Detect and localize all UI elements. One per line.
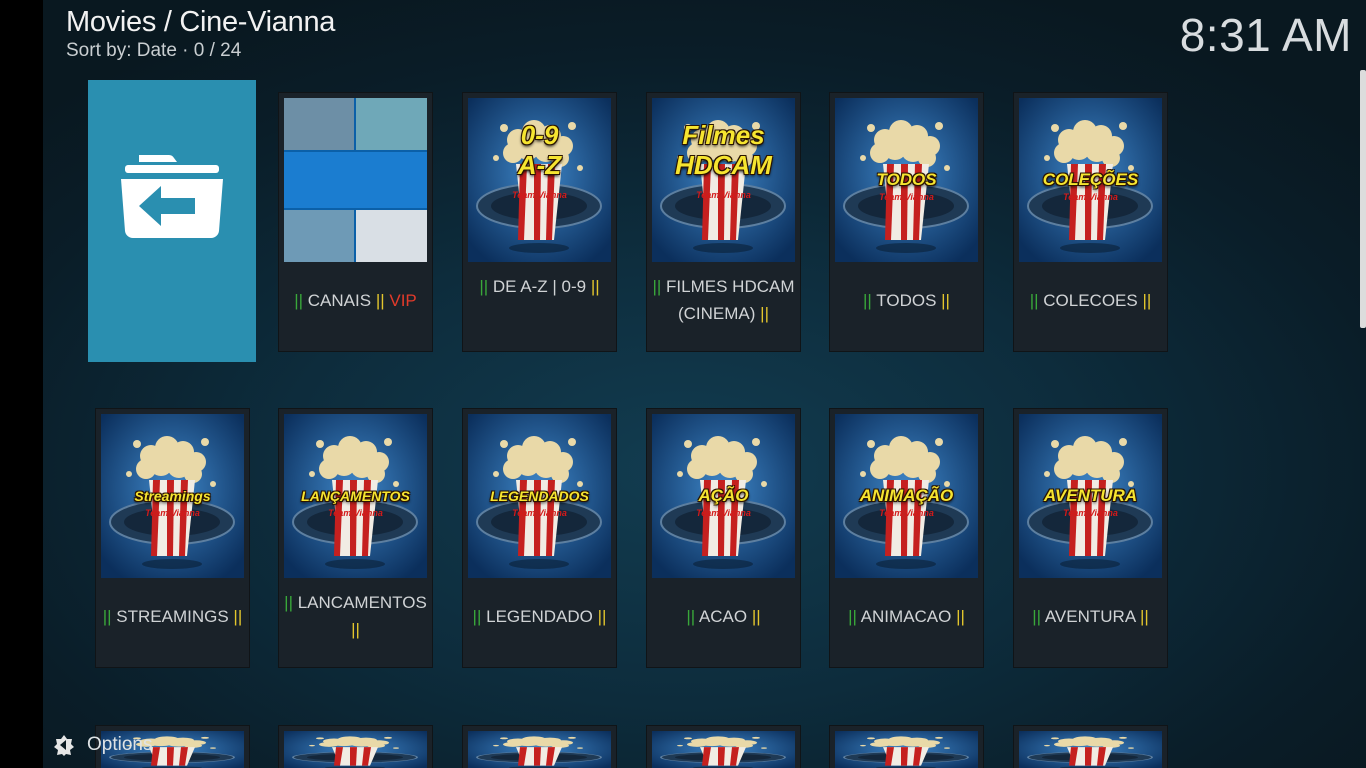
main-panel: Movies / Cine-Vianna Sort by: Date · 0 /… xyxy=(43,0,1366,768)
options-label: Options xyxy=(87,734,153,755)
tile-thumbnail: AVENTURA Team Vianna xyxy=(1019,414,1162,578)
tile-label: || ACAO || xyxy=(686,607,761,626)
promo-photo xyxy=(284,98,354,150)
tile-thumbnail: 0-9 A-Z Team Vianna xyxy=(468,98,611,262)
category-tile[interactable]: Streamings Team Vianna || STREAMINGS || xyxy=(96,409,249,667)
tile-thumbnail: Streamings Team Vianna xyxy=(101,414,244,578)
tile-label: || LANCAMENTOS || xyxy=(284,593,427,639)
category-tile-partial[interactable] xyxy=(830,726,983,768)
category-tile[interactable]: || CANAIS || VIP xyxy=(279,93,432,351)
poster-title: LANÇAMENTOS xyxy=(301,488,410,504)
tile-thumbnail: Filmes HDCAM Team Vianna xyxy=(652,98,795,262)
tile-thumbnail xyxy=(468,731,611,768)
tile-label: || LEGENDADO || xyxy=(472,607,607,626)
category-tile[interactable]: LANÇAMENTOS Team Vianna || LANCAMENTOS || xyxy=(279,409,432,667)
category-tile-partial[interactable] xyxy=(647,726,800,768)
sort-info[interactable]: Sort by: Date · 0 / 24 xyxy=(66,40,241,62)
poster-subtitle: Team Vianna xyxy=(145,508,200,518)
poster-subtitle: Team Vianna xyxy=(1063,192,1118,202)
promo-photo xyxy=(356,98,427,150)
poster-title: COLEÇÕES xyxy=(1042,170,1139,189)
parent-folder-button[interactable] xyxy=(88,80,256,362)
poster-subtitle: Team Vianna xyxy=(328,508,383,518)
category-tile-partial[interactable] xyxy=(463,726,616,768)
tile-label: || TODOS || xyxy=(863,291,950,310)
poster-title: LEGENDADOS xyxy=(490,488,589,504)
poster-subtitle: Team Vianna xyxy=(879,192,934,202)
poster-subtitle: Team Vianna xyxy=(879,508,934,518)
clock: 8:31 AM xyxy=(1179,9,1352,61)
tile-label: || COLECOES || xyxy=(1029,291,1152,310)
category-tile[interactable]: COLEÇÕES Team Vianna || COLECOES || xyxy=(1014,93,1167,351)
tile-label: || AVENTURA || xyxy=(1032,607,1149,626)
tile-label: || STREAMINGS || xyxy=(102,607,243,626)
tile-thumbnail xyxy=(652,731,795,768)
tile-label: || CANAIS || VIP xyxy=(294,291,417,310)
poster-subtitle: Team Vianna xyxy=(696,508,751,518)
poster-subtitle: Team Vianna xyxy=(512,508,567,518)
options-button[interactable]: Options xyxy=(53,734,152,756)
poster-title: Streamings xyxy=(134,488,211,504)
poster-title: 0-9 A-Z xyxy=(517,120,562,180)
poster-art xyxy=(835,731,978,768)
poster-subtitle: Team Vianna xyxy=(512,190,567,200)
tile-thumbnail xyxy=(284,731,427,768)
tile-thumbnail: COLEÇÕES Team Vianna xyxy=(1019,98,1162,262)
options-gear-icon xyxy=(54,735,74,756)
category-tile-partial[interactable] xyxy=(279,726,432,768)
poster-art xyxy=(468,731,611,768)
tile-thumbnail: AÇÃO Team Vianna xyxy=(652,414,795,578)
category-tile[interactable]: LEGENDADOS Team Vianna || LEGENDADO || xyxy=(463,409,616,667)
folder-back-icon xyxy=(121,155,223,239)
scrollbar[interactable] xyxy=(1360,70,1366,328)
category-tile[interactable]: AÇÃO Team Vianna || ACAO || xyxy=(647,409,800,667)
category-tile[interactable]: AVENTURA Team Vianna || AVENTURA || xyxy=(1014,409,1167,667)
category-tile[interactable]: 0-9 A-Z Team Vianna || DE A-Z | 0-9 || xyxy=(463,93,616,351)
poster-title: ANIMAÇÃO xyxy=(859,486,954,505)
poster-title: AVENTURA xyxy=(1043,486,1138,505)
tile-thumbnail xyxy=(835,731,978,768)
poster-art xyxy=(652,731,795,768)
category-tile[interactable]: Filmes HDCAM Team Vianna || FILMES HDCAM (… xyxy=(647,93,800,351)
poster-title: Filmes HDCAM xyxy=(675,120,772,180)
promo-phone xyxy=(356,202,427,210)
page-title: Movies / Cine-Vianna xyxy=(66,6,336,38)
poster-title: TODOS xyxy=(876,170,937,189)
category-tile[interactable]: TODOS Team Vianna || TODOS || xyxy=(830,93,983,351)
poster-art xyxy=(284,731,427,768)
poster-subtitle: Team Vianna xyxy=(1063,508,1118,518)
bluetv-poster xyxy=(284,98,427,262)
tile-label: || DE A-Z | 0-9 || xyxy=(479,277,600,296)
category-tile-partial[interactable] xyxy=(1014,726,1167,768)
tile-thumbnail: ANIMAÇÃO Team Vianna xyxy=(835,414,978,578)
poster-title: AÇÃO xyxy=(698,486,749,505)
tile-label: || ANIMACAO || xyxy=(848,607,965,626)
tile-label: || FILMES HDCAM (CINEMA) || xyxy=(652,277,795,323)
tile-thumbnail: TODOS Team Vianna xyxy=(835,98,978,262)
tile-thumbnail xyxy=(1019,731,1162,768)
tile-thumbnail xyxy=(284,98,427,262)
tile-thumbnail: LEGENDADOS Team Vianna xyxy=(468,414,611,578)
poster-art xyxy=(1019,731,1162,768)
poster-subtitle: Team Vianna xyxy=(696,190,751,200)
left-black-strip xyxy=(0,0,43,768)
category-tile[interactable]: ANIMAÇÃO Team Vianna || ANIMACAO || xyxy=(830,409,983,667)
tile-thumbnail: LANÇAMENTOS Team Vianna xyxy=(284,414,427,578)
